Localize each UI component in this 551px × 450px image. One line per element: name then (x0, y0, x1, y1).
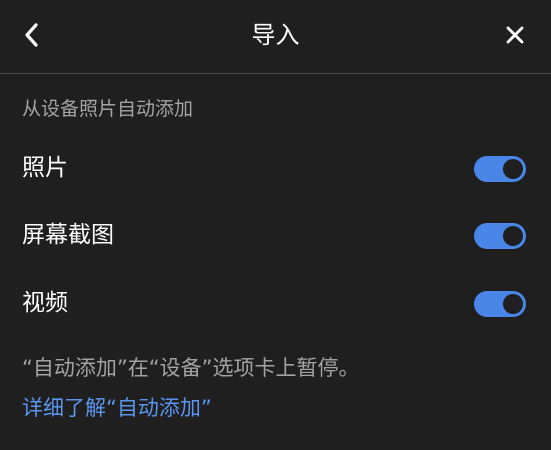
screenshots-toggle[interactable] (474, 223, 526, 249)
learn-more-link[interactable]: 详细了解“自动添加” (22, 392, 212, 422)
toggle-row-videos: 视频 (0, 283, 551, 323)
import-screen: 导入 从设备照片自动添加 照片 屏幕截图 视频 “自动添加”在“设备”选项卡上暂… (0, 0, 551, 450)
toggle-knob (503, 294, 523, 314)
toggle-knob (503, 159, 523, 179)
toggle-knob (503, 226, 523, 246)
toggle-label-photos: 照片 (22, 155, 68, 181)
videos-toggle[interactable] (474, 291, 526, 317)
page-title: 导入 (251, 21, 300, 49)
close-button[interactable] (497, 17, 533, 53)
header-bar: 导入 (0, 0, 551, 74)
toggle-label-videos: 视频 (22, 290, 68, 316)
photos-toggle[interactable] (474, 156, 526, 182)
toggle-label-screenshots: 屏幕截图 (22, 222, 114, 248)
toggle-row-photos: 照片 (0, 148, 551, 188)
paused-note: “自动添加”在“设备”选项卡上暂停。 (22, 356, 360, 380)
close-icon (506, 26, 524, 44)
toggle-row-screenshots: 屏幕截图 (0, 215, 551, 255)
section-label: 从设备照片自动添加 (22, 98, 194, 120)
